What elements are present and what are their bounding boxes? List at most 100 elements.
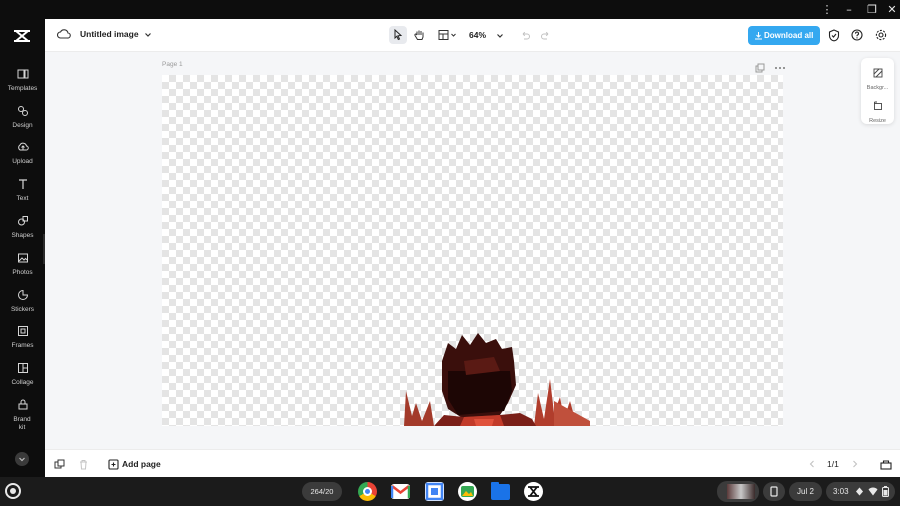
layers-icon[interactable]: [54, 459, 65, 470]
layout-icon: [438, 30, 456, 40]
trash-icon[interactable]: [78, 459, 89, 470]
undo-icon[interactable]: [519, 30, 531, 42]
add-page-button[interactable]: Add page: [108, 459, 161, 470]
zoom-chevron-down-icon[interactable]: [495, 31, 505, 41]
sidebar-more-button[interactable]: [15, 452, 29, 466]
sidebar-item-label: Stickers: [10, 306, 35, 313]
editor-header: Untitled image 64% Download all: [45, 19, 900, 52]
character-image[interactable]: [404, 331, 590, 426]
zoom-level[interactable]: 64%: [469, 30, 486, 40]
sidebar-item-templates[interactable]: Templates: [0, 68, 45, 102]
redo-icon[interactable]: [540, 30, 552, 42]
add-page-label: Add page: [122, 459, 161, 469]
sidebar-item-collage[interactable]: Collage: [0, 362, 45, 396]
design-icon: [0, 105, 45, 119]
help-icon[interactable]: [851, 29, 863, 41]
cloud-sync-icon[interactable]: [57, 28, 71, 40]
prev-page-icon[interactable]: [807, 459, 817, 469]
phone-hub-button[interactable]: [763, 482, 785, 501]
layout-dropdown-button[interactable]: [435, 26, 461, 44]
screen-capture-thumbnail[interactable]: [717, 481, 759, 502]
sidebar-item-stickers[interactable]: Stickers: [0, 289, 45, 323]
artboard-page-1[interactable]: [162, 75, 783, 426]
clock-time: 3:03: [833, 487, 849, 496]
right-panel: Backgr... Resize: [861, 58, 894, 124]
sidebar-item-frames[interactable]: Frames: [0, 325, 45, 359]
frames-icon: [0, 325, 45, 339]
page-label: Page 1: [162, 61, 183, 68]
cursor-icon: [394, 28, 403, 41]
photos-icon: [0, 252, 45, 266]
shield-icon[interactable]: [828, 29, 840, 42]
shapes-icon: [0, 215, 45, 229]
canvas-area: Page 1 Backgr... Resize: [45, 52, 900, 449]
sidebar-item-brand-kit[interactable]: Brand kit: [0, 399, 45, 433]
sidebar-item-design[interactable]: Design: [0, 105, 45, 139]
sidebar-item-photos[interactable]: Photos: [0, 252, 45, 286]
chevron-down-icon[interactable]: [143, 30, 153, 40]
download-all-label: Download all: [764, 31, 814, 40]
photos-app-icon[interactable]: [458, 482, 477, 501]
background-button[interactable]: Backgr...: [861, 65, 894, 91]
duplicate-page-icon[interactable]: [755, 63, 765, 73]
launcher-button[interactable]: [5, 483, 21, 499]
status-tray[interactable]: 3:03: [826, 482, 895, 501]
maximize-icon[interactable]: ❐: [861, 0, 883, 19]
resize-button[interactable]: Resize: [861, 98, 894, 124]
chevron-down-icon: [19, 457, 25, 462]
more-vert-icon[interactable]: ⋮: [816, 0, 838, 19]
gmail-icon[interactable]: [390, 484, 411, 499]
background-label: Backgr...: [866, 85, 889, 91]
download-icon: [755, 32, 762, 40]
sidebar-item-shapes[interactable]: Shapes: [0, 215, 45, 249]
sidebar-item-label: Shapes: [11, 232, 34, 239]
calendar-icon[interactable]: [425, 482, 444, 501]
os-taskbar: 264/20 Jul 2 3:03: [0, 477, 900, 506]
chrome-icon[interactable]: [358, 482, 377, 501]
download-all-button[interactable]: Download all: [748, 26, 820, 45]
window-title-bar: ⋮ – ❐ ✕: [0, 0, 900, 19]
sidebar-item-label: Templates: [7, 85, 38, 92]
notification-diamond-icon: [856, 487, 863, 496]
sidebar-item-label: Frames: [11, 342, 34, 349]
battery-icon: [882, 486, 889, 497]
sidebar-item-label: Photos: [12, 269, 33, 276]
sidebar-item-label: Design: [12, 122, 33, 129]
files-icon[interactable]: [491, 482, 510, 500]
capcut-logo-icon[interactable]: [12, 28, 32, 44]
sidebar: Templates Design Upload Text Shapes Phot…: [0, 19, 45, 477]
hand-icon: [414, 30, 424, 40]
capcut-app-icon[interactable]: [524, 482, 543, 501]
gear-icon[interactable]: [875, 29, 887, 41]
taskbar-pill[interactable]: 264/20: [302, 482, 342, 501]
sidebar-item-label: Upload: [12, 158, 33, 165]
hand-tool-button[interactable]: [411, 26, 429, 44]
text-icon: [0, 178, 45, 192]
sidebar-item-label: Collage: [11, 379, 34, 386]
next-page-icon[interactable]: [850, 459, 860, 469]
stickers-icon: [0, 289, 45, 303]
date-display[interactable]: Jul 2: [789, 482, 822, 501]
templates-icon: [0, 68, 45, 82]
sidebar-item-label: Brand kit: [13, 416, 31, 431]
sidebar-item-upload[interactable]: Upload: [0, 141, 45, 175]
minimize-icon[interactable]: –: [838, 0, 860, 19]
page-manager-icon[interactable]: [880, 459, 892, 470]
collage-icon: [0, 362, 45, 376]
page-counter: 1/1: [827, 459, 839, 469]
document-title[interactable]: Untitled image: [80, 29, 139, 39]
background-icon: [873, 68, 882, 78]
wifi-icon: [868, 487, 878, 496]
sidebar-item-text[interactable]: Text: [0, 178, 45, 212]
close-icon[interactable]: ✕: [881, 0, 900, 19]
sidebar-item-label: Text: [16, 195, 29, 202]
resize-label: Resize: [869, 118, 886, 124]
brand-kit-icon: [0, 399, 45, 413]
upload-icon: [0, 141, 45, 155]
phone-icon: [770, 486, 778, 497]
more-horiz-icon[interactable]: [774, 63, 786, 73]
editor-bottom-bar: Add page 1/1: [45, 449, 900, 477]
add-page-icon: [108, 459, 119, 470]
select-tool-button[interactable]: [389, 26, 407, 44]
resize-icon: [873, 101, 882, 110]
